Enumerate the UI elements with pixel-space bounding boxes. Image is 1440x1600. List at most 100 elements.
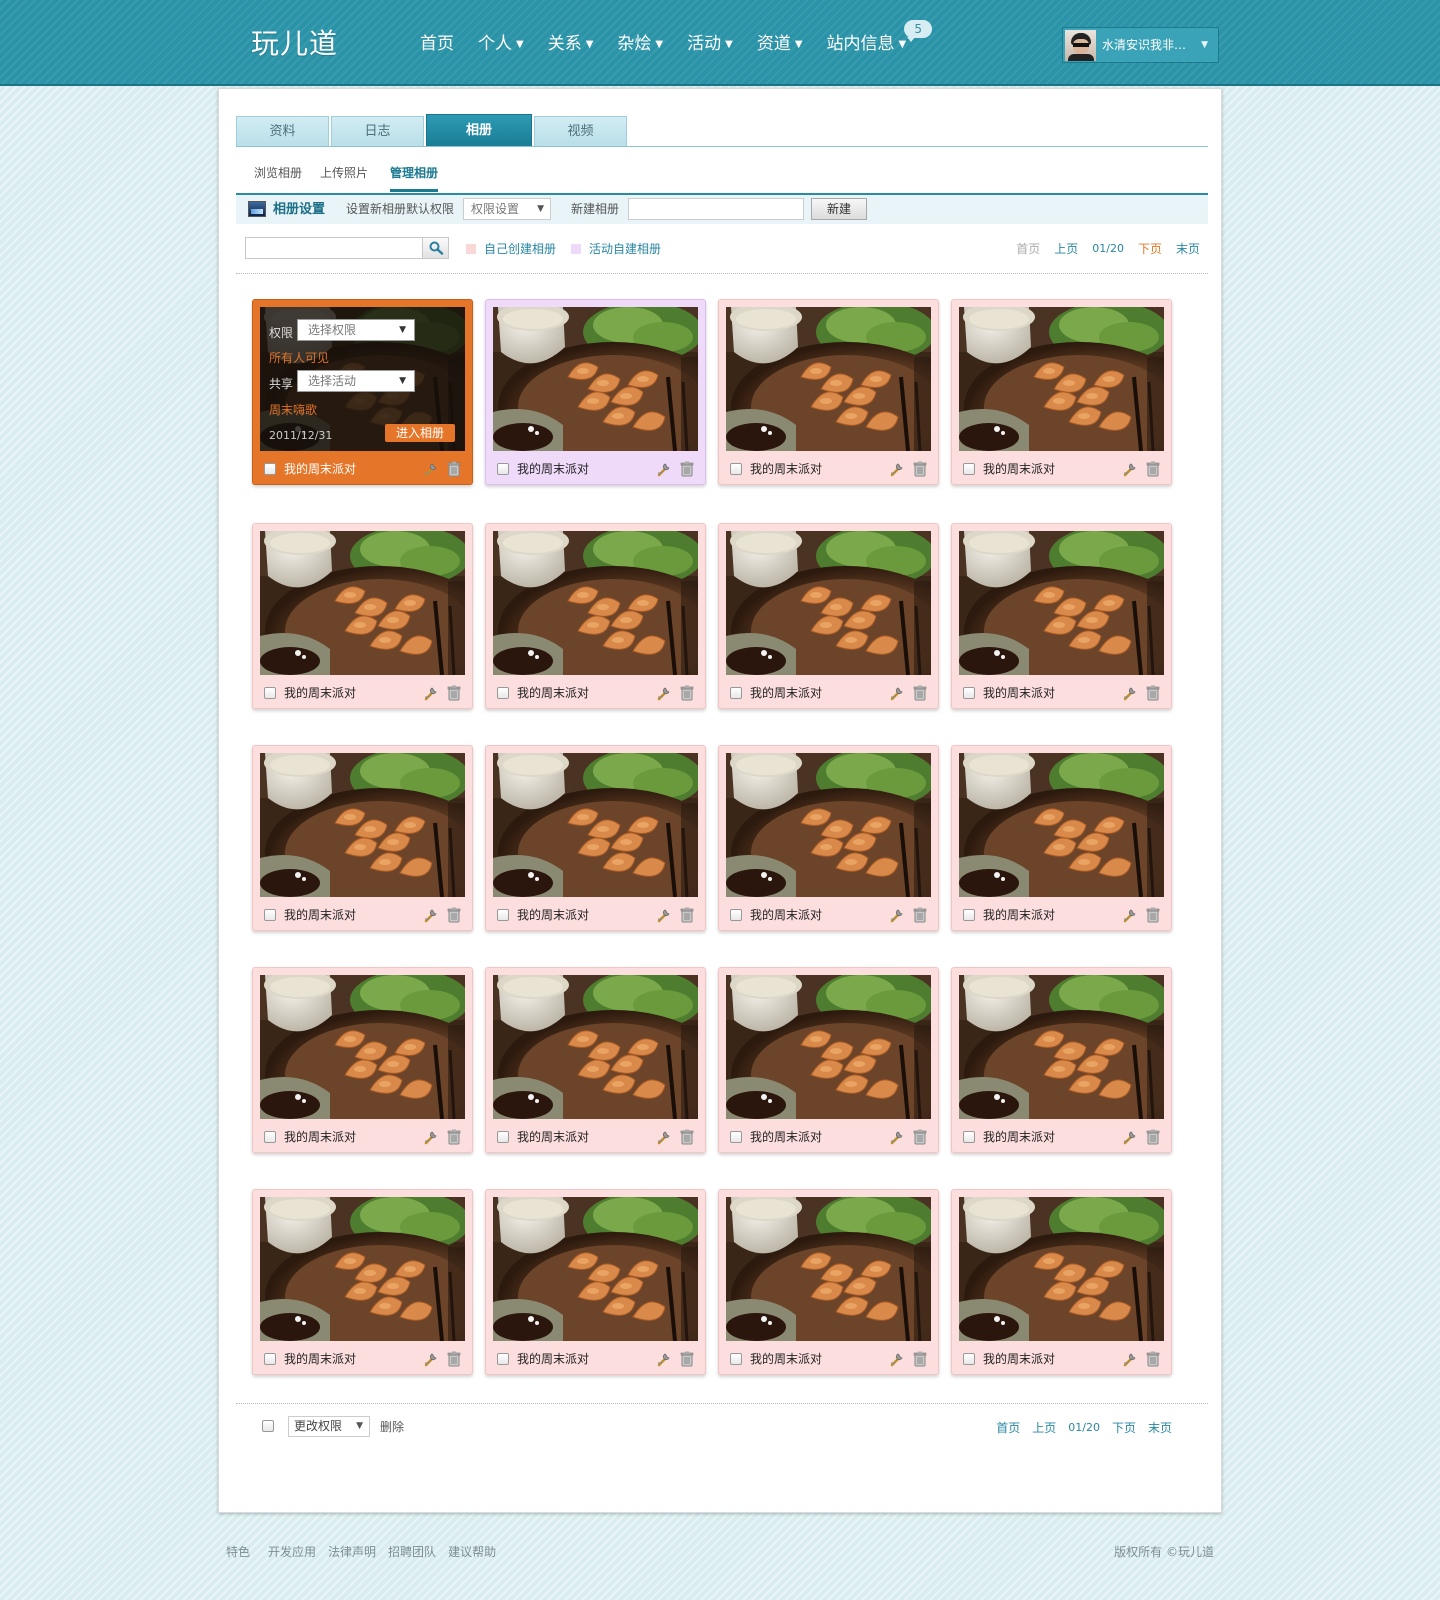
- delete-album-button[interactable]: [447, 685, 461, 705]
- bulk-delete-link[interactable]: 删除: [380, 1414, 404, 1440]
- pager-last[interactable]: 末页: [1176, 237, 1200, 261]
- nav-item-3[interactable]: 杂烩 ▼: [617, 0, 663, 86]
- edit-album-button[interactable]: [889, 1351, 905, 1371]
- delete-album-button[interactable]: [680, 907, 694, 927]
- delete-album-button[interactable]: [913, 1129, 927, 1149]
- album-card[interactable]: 我的周末派对: [485, 299, 706, 485]
- edit-album-button[interactable]: [423, 1351, 439, 1371]
- album-cover[interactable]: [959, 1197, 1164, 1341]
- user-menu[interactable]: 水清安识我非… ▼: [1062, 27, 1219, 63]
- album-cover[interactable]: [260, 753, 465, 897]
- album-select-checkbox[interactable]: [730, 909, 742, 921]
- album-cover[interactable]: [726, 307, 931, 451]
- album-permission-select[interactable]: 选择权限 ▼: [297, 319, 415, 341]
- album-card[interactable]: 我的周末派对: [718, 967, 939, 1153]
- delete-album-button[interactable]: [913, 461, 927, 481]
- nav-item-1[interactable]: 个人 ▼: [478, 0, 524, 86]
- subtab-upload-photos[interactable]: 上传照片: [320, 163, 368, 192]
- album-cover[interactable]: [493, 531, 698, 675]
- footer-link[interactable]: 建议帮助: [448, 1540, 496, 1564]
- pager-next[interactable]: 下页: [1112, 1416, 1136, 1440]
- album-search-input[interactable]: [245, 237, 422, 259]
- album-select-checkbox[interactable]: [264, 909, 276, 921]
- edit-album-button[interactable]: [656, 1351, 672, 1371]
- album-select-checkbox[interactable]: [730, 1353, 742, 1365]
- edit-album-button[interactable]: [1122, 685, 1138, 705]
- delete-album-button[interactable]: [680, 1351, 694, 1371]
- album-select-checkbox[interactable]: [497, 1131, 509, 1143]
- delete-album-button[interactable]: [1146, 685, 1160, 705]
- pager-last[interactable]: 末页: [1148, 1416, 1172, 1440]
- tab-video[interactable]: 视频: [534, 116, 627, 146]
- pager-next[interactable]: 下页: [1138, 237, 1162, 261]
- album-card[interactable]: 我的周末派对: [718, 299, 939, 485]
- album-select-checkbox[interactable]: [963, 1131, 975, 1143]
- album-card[interactable]: 我的周末派对: [951, 745, 1172, 931]
- default-permission-select[interactable]: 权限设置 ▼: [463, 198, 551, 220]
- nav-item-2[interactable]: 关系 ▼: [548, 0, 594, 86]
- enter-album-button[interactable]: 进入相册: [385, 424, 455, 442]
- album-card[interactable]: 我的周末派对: [951, 967, 1172, 1153]
- album-card[interactable]: 我的周末派对: [252, 1189, 473, 1375]
- delete-album-button[interactable]: [680, 461, 694, 481]
- delete-album-button[interactable]: [1146, 1351, 1160, 1371]
- edit-album-button[interactable]: [1122, 1129, 1138, 1149]
- edit-album-button[interactable]: [1122, 461, 1138, 481]
- album-cover[interactable]: [959, 531, 1164, 675]
- album-card[interactable]: 我的周末派对: [252, 745, 473, 931]
- album-cover[interactable]: [959, 753, 1164, 897]
- edit-album-button[interactable]: [1122, 1351, 1138, 1371]
- subtab-browse-albums[interactable]: 浏览相册: [254, 163, 302, 192]
- pager-prev[interactable]: 上页: [1032, 1416, 1056, 1440]
- delete-album-button[interactable]: [1146, 1129, 1160, 1149]
- delete-album-button[interactable]: [447, 461, 461, 481]
- nav-item-0[interactable]: 首页: [420, 0, 454, 86]
- pager-first[interactable]: 首页: [996, 1416, 1020, 1440]
- search-button[interactable]: [422, 237, 449, 259]
- album-cover[interactable]: [493, 307, 698, 451]
- album-select-checkbox[interactable]: [963, 909, 975, 921]
- album-card[interactable]: 我的周末派对: [951, 1189, 1172, 1375]
- album-card[interactable]: 我的周末派对: [718, 1189, 939, 1375]
- album-select-checkbox[interactable]: [963, 463, 975, 475]
- nav-item-6[interactable]: 站内信息 ▼ 5: [827, 0, 933, 86]
- footer-link[interactable]: 法律声明: [328, 1540, 376, 1564]
- delete-album-button[interactable]: [913, 1351, 927, 1371]
- album-select-checkbox[interactable]: [264, 463, 276, 475]
- album-card[interactable]: 我的周末派对: [951, 299, 1172, 485]
- delete-album-button[interactable]: [447, 1129, 461, 1149]
- edit-album-button[interactable]: [656, 685, 672, 705]
- tab-profile[interactable]: 资料: [236, 116, 329, 146]
- edit-album-button[interactable]: [656, 907, 672, 927]
- edit-album-button[interactable]: [889, 907, 905, 927]
- edit-album-button[interactable]: [1122, 907, 1138, 927]
- delete-album-button[interactable]: [680, 685, 694, 705]
- delete-album-button[interactable]: [447, 1351, 461, 1371]
- tab-album[interactable]: 相册: [426, 114, 532, 146]
- album-card[interactable]: 我的周末派对: [485, 967, 706, 1153]
- tab-blog[interactable]: 日志: [331, 116, 424, 146]
- delete-album-button[interactable]: [913, 907, 927, 927]
- album-select-checkbox[interactable]: [497, 909, 509, 921]
- delete-album-button[interactable]: [1146, 461, 1160, 481]
- subtab-manage-albums[interactable]: 管理相册: [390, 163, 439, 192]
- footer-link[interactable]: 开发应用: [268, 1540, 316, 1564]
- album-cover[interactable]: [959, 975, 1164, 1119]
- delete-album-button[interactable]: [913, 685, 927, 705]
- album-select-checkbox[interactable]: [730, 463, 742, 475]
- delete-album-button[interactable]: [680, 1129, 694, 1149]
- album-select-checkbox[interactable]: [730, 687, 742, 699]
- delete-album-button[interactable]: [447, 907, 461, 927]
- edit-album-button[interactable]: [656, 1129, 672, 1149]
- album-cover[interactable]: [260, 1197, 465, 1341]
- album-select-checkbox[interactable]: [497, 687, 509, 699]
- album-card[interactable]: 权限 选择权限 ▼ 所有人可见 共享 选择活动 ▼ 周末嗨歌 2011/12/31 …: [252, 299, 473, 485]
- new-album-name-input[interactable]: [628, 198, 804, 220]
- pager-prev[interactable]: 上页: [1054, 237, 1078, 261]
- nav-item-5[interactable]: 资道 ▼: [757, 0, 803, 86]
- album-select-checkbox[interactable]: [264, 687, 276, 699]
- album-cover[interactable]: [959, 307, 1164, 451]
- avatar[interactable]: [1065, 30, 1096, 61]
- album-cover[interactable]: [726, 531, 931, 675]
- nav-item-4[interactable]: 活动 ▼: [687, 0, 733, 86]
